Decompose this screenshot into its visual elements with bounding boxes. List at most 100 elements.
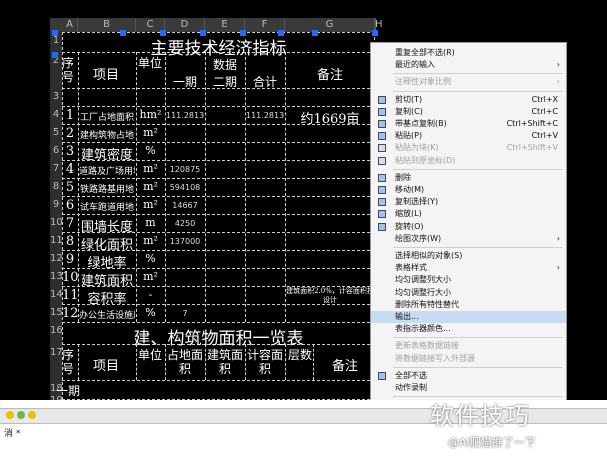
row-header: 10	[50, 217, 63, 229]
menu-item[interactable]: 最近的输入 ›	[371, 59, 566, 71]
menu-item-label: 复制(C)	[395, 106, 423, 116]
column-header: D	[165, 18, 205, 32]
selection-grip[interactable]	[120, 30, 126, 36]
menu-item[interactable]: 将数据链接写入外部源	[371, 353, 566, 365]
table-title-secondary: 建、构筑物面积一览表	[133, 329, 304, 349]
command-line-text: 消 *	[4, 429, 21, 439]
header-phase1: 一期	[172, 75, 197, 89]
menu-item[interactable]: 旋转(O)	[371, 221, 566, 233]
grid-line-v	[245, 52, 246, 322]
menu-item[interactable]: 表指示器颜色...	[371, 323, 566, 335]
menu-separator	[393, 90, 563, 92]
grid-line-h	[62, 196, 375, 197]
menu-item-label: 更新表格数据链接	[395, 341, 459, 351]
menu-item[interactable]: 复制(C) Ctrl+C	[371, 106, 566, 118]
menu-item-label: 缩放(L)	[395, 209, 422, 219]
menu-item[interactable]: 全部不选	[371, 370, 566, 382]
row-header: 9	[50, 199, 62, 211]
scissors-icon	[378, 95, 386, 104]
t2-header-build: 建筑面积	[207, 348, 244, 376]
menu-item-label: 剪切(T)	[395, 94, 423, 104]
t2-header-seq: 序号	[61, 348, 74, 376]
selection-grip[interactable]	[52, 30, 58, 36]
warning-icon[interactable]	[6, 411, 14, 419]
cell-phase1: 137000	[169, 237, 201, 246]
cell-phase1: 14667	[172, 201, 198, 210]
selection-grip[interactable]	[160, 30, 166, 36]
selection-grip[interactable]	[200, 30, 206, 36]
grid-line-v2	[285, 344, 286, 380]
menu-item[interactable]: 移动(M)	[371, 184, 566, 196]
chevron-right-icon: ›	[556, 77, 560, 87]
menu-item-shortcut: Ctrl+Shift+V	[506, 143, 558, 153]
menu-item[interactable]: 表格样式 ›	[371, 262, 566, 274]
menu-item[interactable]: 均匀调整列大小	[371, 274, 566, 286]
menu-item[interactable]: 重复全部不选(R)	[371, 47, 566, 59]
cell-item: 围墙长度	[80, 220, 133, 235]
menu-item-label: 重复全部不选(R)	[395, 48, 455, 57]
copy-icon	[378, 107, 386, 116]
cell-seq: 1	[65, 108, 75, 123]
grid-line-h	[62, 106, 375, 107]
cell-phase1: 4250	[174, 219, 196, 228]
cell-item: 容积率	[87, 292, 127, 307]
grid-line-v2	[245, 344, 246, 380]
menu-item-label: 粘贴(P)	[395, 131, 423, 141]
row-header: 13	[50, 271, 63, 283]
menu-item-shortcut: Ctrl+C	[531, 106, 558, 116]
selection-grip[interactable]	[278, 30, 284, 36]
header-data: 数据	[212, 58, 237, 72]
cell-unit: -	[148, 288, 153, 301]
cell-note: 建筑面积2.0%，计容面积按设计	[286, 287, 374, 304]
grid-line-h	[62, 142, 375, 143]
menu-item[interactable]: 粘贴到原坐标(D)	[371, 155, 566, 167]
menu-item-label: 最近的输入	[395, 60, 435, 70]
menu-item-label: 输出...	[395, 312, 419, 321]
chevron-right-icon: ›	[556, 263, 560, 273]
selection-grip[interactable]	[312, 30, 318, 36]
ok-icon[interactable]	[17, 411, 25, 419]
menu-item[interactable]: 注释性对象比例 ›	[371, 76, 566, 88]
menu-item-label: 绘图次序(W)	[395, 233, 442, 243]
cell-item: 建构筑物占地	[79, 131, 134, 141]
cell-unit: %	[145, 306, 156, 319]
cell-seq: 9	[65, 252, 75, 267]
menu-separator	[393, 337, 563, 339]
chevron-right-icon: ›	[556, 233, 560, 243]
grid-line-h	[62, 322, 375, 323]
t2-header-calc: 计容面积	[247, 348, 284, 376]
row-header: 5	[50, 127, 62, 139]
selection-grip[interactable]	[52, 52, 58, 58]
menu-item[interactable]: 绘图次序(W) ›	[371, 233, 566, 245]
header-note: 备注	[316, 68, 343, 83]
menu-item[interactable]: 剪切(T) Ctrl+X	[371, 94, 566, 106]
menu-item-label: 选择相似的对象(S)	[395, 251, 463, 260]
menu-item[interactable]: 输出...	[371, 311, 566, 323]
row-header: 16	[50, 325, 63, 337]
grid-line-h	[62, 178, 375, 179]
selection-grip[interactable]	[372, 30, 378, 36]
menu-item[interactable]: 粘贴为块(K) Ctrl+Shift+V	[371, 142, 566, 154]
menu-item[interactable]: 删除所有特性替代	[371, 299, 566, 311]
row-header: 6	[50, 145, 62, 157]
grid-line-h	[62, 380, 375, 381]
menu-item[interactable]: 复制选择(Y)	[371, 196, 566, 208]
selection-grip[interactable]	[240, 30, 246, 36]
rotate-icon	[378, 222, 386, 231]
menu-item[interactable]: 均匀调整行大小	[371, 287, 566, 299]
menu-item[interactable]: 粘贴(P) Ctrl+V	[371, 130, 566, 142]
notice-icon[interactable]	[28, 411, 36, 419]
menu-item[interactable]: 删除	[371, 172, 566, 184]
cell-item: 绿化面积	[80, 238, 133, 253]
header-unit: 单位	[138, 56, 163, 70]
menu-item[interactable]: 动作录制	[371, 382, 566, 394]
row-header: 7	[50, 163, 62, 175]
column-header: B	[78, 18, 136, 32]
menu-item[interactable]: 更新表格数据链接	[371, 340, 566, 352]
menu-item[interactable]: 带基点复制(B) Ctrl+Shift+C	[371, 118, 566, 130]
menu-item[interactable]: 缩放(L)	[371, 208, 566, 220]
menu-separator	[393, 73, 563, 75]
cell-unit: %	[145, 144, 156, 157]
menu-item[interactable]: 选择相似的对象(S)	[371, 250, 566, 262]
copy-select-icon	[378, 198, 386, 207]
